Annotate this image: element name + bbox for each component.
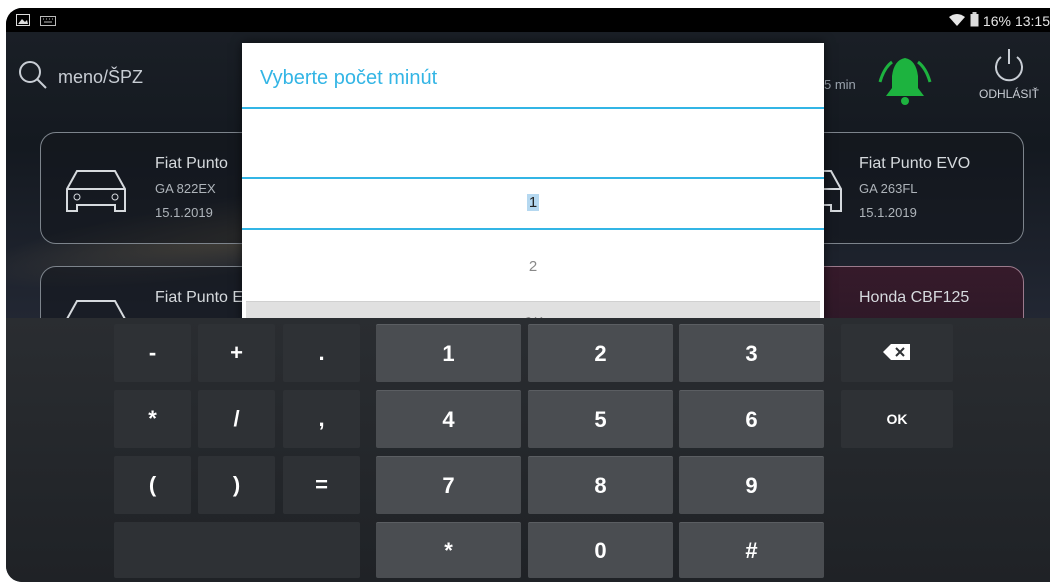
wifi-icon bbox=[948, 13, 966, 30]
search-input[interactable]: meno/ŠPZ bbox=[58, 67, 143, 88]
key-period[interactable]: . bbox=[283, 324, 360, 382]
battery-percent: 16% bbox=[982, 13, 1011, 29]
car-icon bbox=[59, 163, 133, 224]
key-comma[interactable]: , bbox=[283, 390, 360, 448]
key-close-paren[interactable]: ) bbox=[198, 456, 275, 514]
vehicle-name: Fiat Punto E bbox=[155, 289, 244, 306]
device-screen: 16% 13:15 meno/ŠPZ 5 min ODHLÁSIŤ Fiat P… bbox=[6, 8, 1050, 582]
keyboard-ok-button[interactable]: OK bbox=[841, 390, 953, 448]
key-7[interactable]: 7 bbox=[376, 456, 521, 514]
search-icon[interactable] bbox=[18, 60, 48, 95]
clock: 13:15 bbox=[1014, 13, 1050, 29]
vehicle-name: Honda CBF125 bbox=[859, 289, 970, 306]
key-4[interactable]: 4 bbox=[376, 390, 521, 448]
selection-divider-bottom bbox=[242, 228, 824, 230]
vehicle-date: 15.1.2019 bbox=[859, 205, 917, 220]
title-divider bbox=[242, 107, 824, 109]
keyboard-notification-icon bbox=[40, 13, 56, 29]
selected-number[interactable]: 1 bbox=[526, 194, 540, 211]
minutes-picker-dialog: Vyberte počet minút 1 2 OK bbox=[242, 43, 824, 323]
vehicle-plate: GA 263FL bbox=[859, 181, 918, 196]
key-5[interactable]: 5 bbox=[528, 390, 673, 448]
picker-next-value[interactable]: 2 bbox=[242, 258, 824, 275]
key-open-paren[interactable]: ( bbox=[114, 456, 191, 514]
battery-icon bbox=[970, 12, 979, 30]
key-3[interactable]: 3 bbox=[679, 324, 824, 382]
search-bar[interactable]: meno/ŠPZ bbox=[18, 60, 143, 95]
key-hash[interactable]: # bbox=[679, 522, 824, 578]
vehicle-plate: GA 822EX bbox=[155, 181, 216, 196]
vehicle-date: 15.1.2019 bbox=[155, 205, 213, 220]
key-plus[interactable]: + bbox=[198, 324, 275, 382]
logout-button[interactable]: ODHLÁSIŤ bbox=[972, 46, 1046, 101]
key-8[interactable]: 8 bbox=[528, 456, 673, 514]
selection-divider-top bbox=[242, 177, 824, 179]
key-minus[interactable]: - bbox=[114, 324, 191, 382]
logout-label: ODHLÁSIŤ bbox=[978, 87, 1039, 101]
bell-icon[interactable] bbox=[872, 52, 938, 113]
backspace-icon bbox=[883, 343, 911, 363]
key-equals[interactable]: = bbox=[283, 456, 360, 514]
space-key[interactable] bbox=[114, 522, 360, 578]
power-icon bbox=[972, 46, 1046, 87]
picker-selected-value[interactable]: 1 bbox=[242, 194, 824, 211]
vehicle-name: Fiat Punto EVO bbox=[859, 155, 971, 172]
key-slash[interactable]: / bbox=[198, 390, 275, 448]
key-6[interactable]: 6 bbox=[679, 390, 824, 448]
key-0[interactable]: 0 bbox=[528, 522, 673, 578]
numeric-keyboard: - + . 1 2 3 * / , 4 5 6 OK ( ) = 7 8 9 *… bbox=[6, 318, 1050, 582]
key-2[interactable]: 2 bbox=[528, 324, 673, 382]
key-1[interactable]: 1 bbox=[376, 324, 521, 382]
timer-label: 5 min bbox=[824, 77, 856, 92]
status-bar: 16% 13:15 bbox=[6, 8, 1050, 32]
backspace-button[interactable] bbox=[841, 324, 953, 382]
image-notification-icon bbox=[16, 13, 30, 29]
vehicle-name: Fiat Punto bbox=[155, 155, 228, 172]
key-9[interactable]: 9 bbox=[679, 456, 824, 514]
key-star[interactable]: * bbox=[376, 522, 521, 578]
dialog-title: Vyberte počet minút bbox=[260, 67, 438, 89]
key-asterisk[interactable]: * bbox=[114, 390, 191, 448]
